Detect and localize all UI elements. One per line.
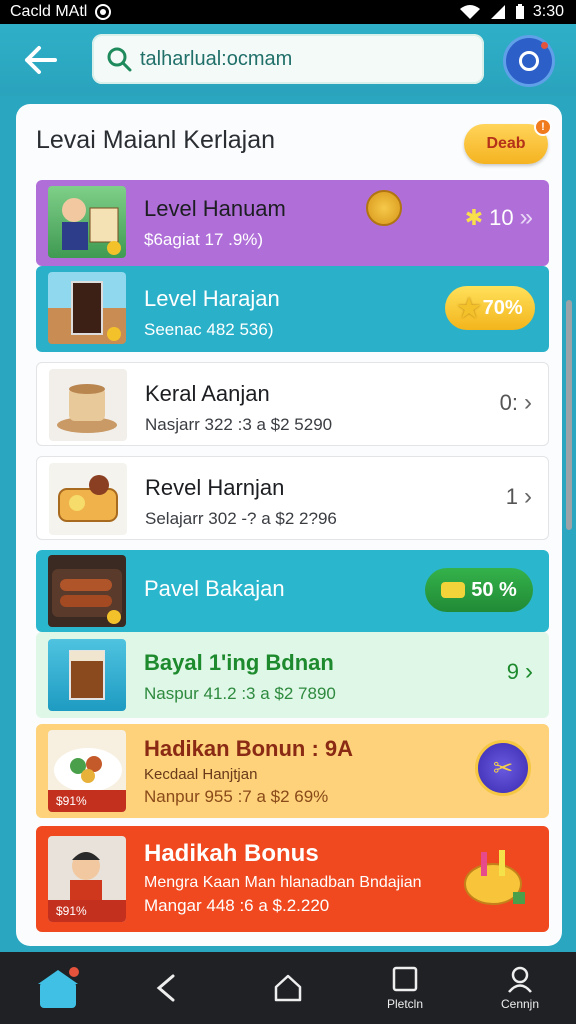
list-item[interactable]: $91% Hadikan Bonun : 9A Kecdaal Hanjtjan… bbox=[36, 724, 549, 818]
item-title: Keral Aanjan bbox=[145, 381, 270, 406]
item-title: Hadikah Bonus bbox=[144, 840, 319, 867]
item-subtitle: Mangar 448 :6 a $.2.220 bbox=[144, 896, 330, 915]
kids-thumbnail: $91% bbox=[48, 836, 126, 922]
item-title: Level Hanuam bbox=[144, 196, 286, 221]
item-subtitle-2: Mengra Kaan Man hlanadban Bndajian bbox=[144, 874, 422, 891]
item-title: Pavel Bakajan bbox=[144, 576, 285, 601]
carrier-label: Cacld MAtl bbox=[10, 3, 88, 20]
notification-icon bbox=[95, 4, 112, 20]
app-bar bbox=[0, 24, 576, 96]
item-subtitle: $6agiat 17 .9%) bbox=[144, 230, 264, 249]
chevron-right-icon: › bbox=[524, 483, 532, 510]
item-subtitle-2: Kecdaal Hanjtjan bbox=[144, 766, 258, 783]
clock: 3:30 bbox=[532, 3, 564, 20]
signal-icon bbox=[490, 5, 505, 19]
item-value: 9 bbox=[506, 659, 519, 684]
chevron-right-icon: › bbox=[525, 658, 533, 685]
status-bar: Cacld MAtl 3:30 bbox=[0, 0, 576, 24]
square-icon bbox=[392, 966, 418, 992]
item-subtitle: Selajarr 302 -? a $2 2?96 bbox=[145, 509, 337, 528]
page-title: Levai Maianl Kerlajan bbox=[36, 126, 276, 154]
nav-account-button[interactable]: Cennjn bbox=[472, 952, 568, 1024]
ticket-icon bbox=[441, 582, 466, 598]
list-item[interactable]: Pavel Bakajan 50 % bbox=[36, 550, 549, 632]
deals-badge-button[interactable]: Deab ! bbox=[464, 118, 552, 164]
item-title: Revel Harnjan bbox=[145, 475, 285, 500]
list-item[interactable]: Level Hanuam $6agiat 17 .9%) ✱ 10 » bbox=[36, 180, 549, 266]
salad-bowl-thumbnail: $91% bbox=[48, 730, 126, 812]
item-value: 0: bbox=[499, 390, 518, 415]
navigation-bar: Pletcln Cennjn bbox=[0, 952, 576, 1024]
item-title: Level Harajan bbox=[144, 286, 280, 311]
grilled-sausage-thumbnail bbox=[48, 555, 126, 627]
nav-label: Cennjn bbox=[500, 997, 540, 1011]
chevron-right-icon: » bbox=[519, 204, 533, 231]
thumbnail-badge: $91% bbox=[48, 900, 126, 922]
chevron-right-icon: › bbox=[524, 389, 532, 416]
profile-button[interactable] bbox=[506, 38, 552, 84]
item-title: Hadikan Bonun : 9A bbox=[144, 736, 354, 761]
person-icon bbox=[508, 966, 532, 993]
nav-home-button[interactable] bbox=[10, 952, 106, 1024]
iced-tea-thumbnail bbox=[48, 639, 126, 711]
item-subtitle: Nasjarr 322 :3 a $2 5290 bbox=[145, 415, 333, 434]
lunch-box-thumbnail bbox=[49, 463, 127, 535]
notification-dot bbox=[541, 42, 548, 49]
battery-icon bbox=[515, 4, 524, 19]
deals-badge-label: Deab bbox=[486, 135, 526, 152]
nav-recents-button[interactable]: Pletcln bbox=[357, 952, 453, 1024]
list-item[interactable]: Keral Aanjan Nasjarr 322 :3 a $2 5290 0:… bbox=[36, 362, 549, 446]
scrollbar[interactable] bbox=[566, 300, 572, 530]
nav-home-key[interactable] bbox=[240, 952, 336, 1024]
list-item[interactable]: Bayal 1'ing Bdnan Naspur 41.2 :3 a $2 78… bbox=[36, 632, 549, 718]
iced-coffee-thumbnail bbox=[48, 272, 126, 344]
search-input[interactable] bbox=[140, 47, 460, 71]
coffee-cup-thumbnail bbox=[49, 369, 127, 441]
discount-badge: ★ 70% bbox=[445, 286, 535, 330]
item-subtitle: Naspur 41.2 :3 a $2 7890 bbox=[144, 684, 336, 703]
wifi-icon bbox=[459, 5, 480, 19]
nav-label: Pletcln bbox=[386, 997, 424, 1011]
home-icon bbox=[274, 974, 302, 1002]
list-item[interactable]: $91% Hadikah Bonus Mengra Kaan Man hlana… bbox=[36, 826, 549, 932]
item-subtitle: Nanpur 955 :7 a $2 69% bbox=[144, 787, 329, 806]
thumbnail-badge: $91% bbox=[48, 790, 126, 812]
arrow-left-icon bbox=[25, 46, 57, 74]
list-item[interactable]: Level Harajan Seenac 482 536) ★ 70% bbox=[36, 266, 549, 352]
star-icon: ★ bbox=[457, 292, 481, 323]
list-item[interactable]: Revel Harnjan Selajarr 302 -? a $2 2?96 … bbox=[36, 456, 549, 540]
star-icon: ✱ bbox=[464, 205, 484, 230]
badge-notification-icon: ! bbox=[534, 118, 552, 136]
chevron-left-icon bbox=[156, 974, 175, 1002]
gift-bowl-icon bbox=[459, 848, 531, 910]
item-value: 1 bbox=[505, 484, 518, 509]
profile-icon bbox=[519, 51, 539, 71]
back-button[interactable] bbox=[18, 38, 62, 82]
search-icon bbox=[107, 47, 132, 72]
kid-books-thumbnail bbox=[48, 186, 126, 258]
item-title: Bayal 1'ing Bdnan bbox=[144, 650, 334, 675]
home-app-icon bbox=[38, 967, 79, 1008]
search-bar[interactable] bbox=[92, 34, 484, 84]
nav-back-button[interactable] bbox=[118, 952, 214, 1024]
item-subtitle: Seenac 482 536) bbox=[144, 320, 274, 339]
item-points: 10 bbox=[489, 205, 514, 230]
discount-badge: 50 % bbox=[425, 568, 533, 612]
coin-icon bbox=[366, 190, 402, 226]
ticket-bonus-icon[interactable]: ✂ bbox=[475, 740, 531, 796]
